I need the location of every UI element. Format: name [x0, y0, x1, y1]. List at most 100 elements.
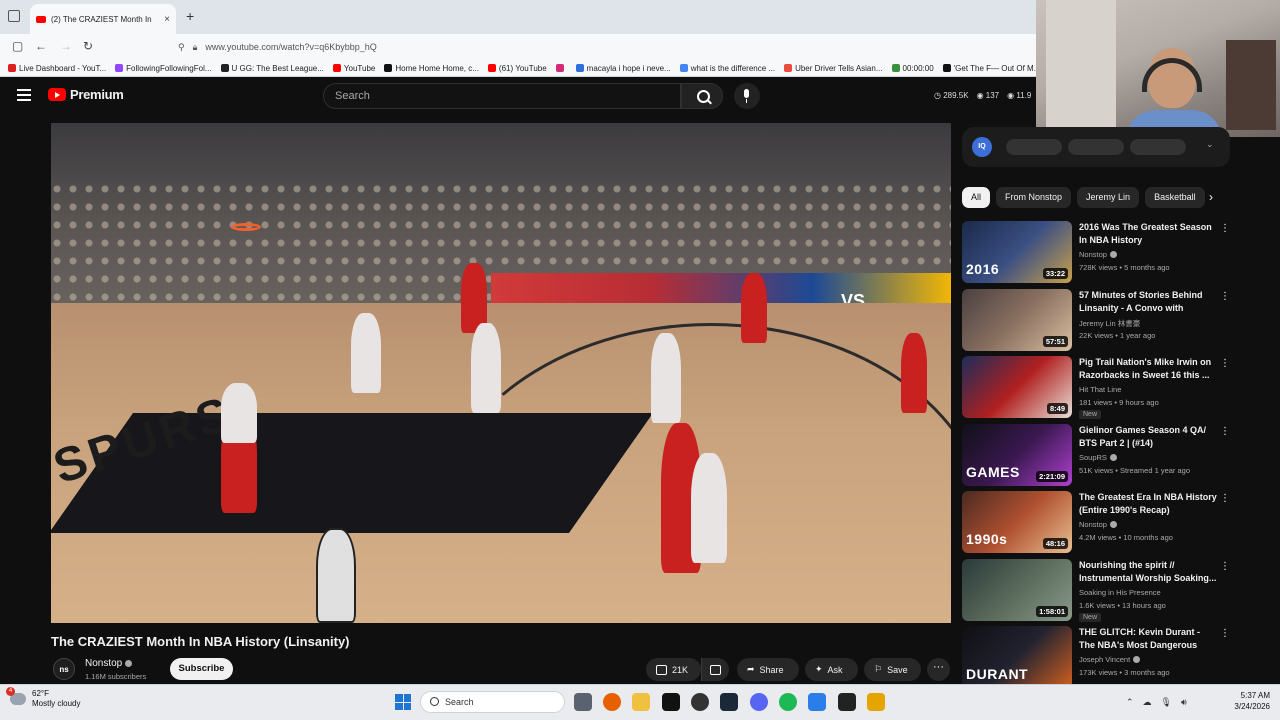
weather-widget[interactable]: 4 62°F Mostly cloudy — [6, 687, 80, 709]
recommendation-channel[interactable]: Jeremy Lin 林書豪 — [1079, 318, 1140, 329]
wallet-app-icon[interactable] — [867, 693, 885, 711]
bookmark-item[interactable]: 00:00:00 — [891, 64, 934, 73]
video-thumbnail[interactable]: DURANT — [962, 626, 1072, 688]
extension-badge-icon[interactable]: IQ — [972, 137, 992, 157]
video-thumbnail[interactable]: 8:49 — [962, 356, 1072, 418]
more-options-icon[interactable]: ⋮ — [1220, 628, 1230, 639]
recommendation-title[interactable]: 2016 Was The Greatest Season In NBA Hist… — [1079, 221, 1217, 247]
bookmark-item[interactable]: (61) YouTube — [487, 64, 547, 73]
recommendation-title[interactable]: The Greatest Era In NBA History (Entire … — [1079, 491, 1217, 517]
bookmark-item[interactable]: U GG: The Best League... — [220, 64, 324, 73]
firefox-icon[interactable] — [603, 693, 621, 711]
site-info-icon[interactable]: ⚲ — [178, 42, 185, 53]
chevron-down-icon[interactable]: ⌄ — [1206, 139, 1214, 150]
channel-avatar[interactable]: ns — [53, 658, 75, 680]
address-bar[interactable]: ⚲ 🔒︎ www.youtube.com/watch?v=q6Kbybbp_hQ — [178, 37, 1038, 57]
share-button[interactable]: ➦ Share — [737, 658, 799, 681]
bookmark-item[interactable]: what is the difference ... — [679, 64, 775, 73]
reload-icon[interactable]: ↻ — [83, 39, 93, 53]
recommendation-item[interactable]: 2016 33:22 2016 Was The Greatest Season In… — [962, 221, 1230, 289]
volume-icon[interactable]: 🔊︎ — [1181, 697, 1187, 708]
video-thumbnail[interactable]: 1990s 48:16 — [962, 491, 1072, 553]
edge-icon[interactable] — [808, 693, 826, 711]
extension-chip[interactable] — [1068, 139, 1124, 155]
recommendation-item[interactable]: 8:49 Pig Trail Nation's Mike Irwin on Raz… — [962, 356, 1230, 424]
video-thumbnail[interactable]: 57:51 — [962, 288, 1072, 351]
system-clock[interactable]: 5:37 AM 3/24/2026 — [1222, 690, 1270, 712]
video-thumbnail[interactable]: 2016 33:22 — [962, 221, 1072, 283]
x-app-icon[interactable] — [662, 693, 680, 711]
recommendation-item[interactable]: 1990s 48:16 The Greatest Era In NBA Histor… — [962, 491, 1230, 559]
bookmark-item[interactable]: YouTube — [332, 64, 375, 73]
filter-chip[interactable]: Jeremy Lin — [1077, 187, 1140, 208]
more-options-icon[interactable]: ⋮ — [1220, 493, 1230, 504]
subscribe-button[interactable]: Subscribe — [170, 658, 233, 680]
recommendation-channel[interactable]: Hit That Line — [1079, 385, 1121, 394]
forward-icon[interactable]: → — [60, 39, 72, 53]
new-tab-button[interactable]: + — [186, 8, 194, 24]
bookmark-item[interactable]: Live Dashboard - YouT... — [8, 64, 106, 73]
filter-chip[interactable]: All — [962, 187, 991, 208]
extension-chip[interactable] — [1130, 139, 1186, 155]
bookmark-item[interactable]: Uber Driver Tells Asian... — [784, 64, 883, 73]
bookmark-item[interactable]: 'Get The F— Out Of M... — [942, 64, 1040, 73]
recommendation-title[interactable]: Nourishing the spirit // Instrumental Wo… — [1079, 559, 1217, 585]
recommendation-title[interactable]: Gielinor Games Season 4 QA/ BTS Part 2 |… — [1079, 424, 1217, 450]
youtube-logo[interactable]: Premium — [48, 87, 124, 102]
browser-tab-active[interactable]: (2) The CRAZIEST Month In × — [30, 4, 176, 34]
recommendation-channel[interactable]: Joseph Vincent — [1079, 655, 1141, 664]
search-input[interactable]: Search — [323, 83, 681, 109]
more-options-icon[interactable]: ⋮ — [1220, 291, 1230, 302]
save-button[interactable]: ⚐ Save — [864, 658, 921, 681]
bookmark-item[interactable]: Home Home Home, c... — [384, 64, 479, 73]
bookmark-item[interactable]: FollowingFollowingFol... — [115, 64, 212, 73]
discord-icon[interactable] — [750, 693, 768, 711]
menu-icon[interactable] — [17, 89, 31, 101]
microphone-icon[interactable] — [734, 83, 760, 109]
bookmark-item[interactable] — [555, 64, 567, 72]
network-icon[interactable]: ☁ — [1143, 697, 1152, 708]
recommendation-title[interactable]: THE GLITCH: Kevin Durant - The NBA's Mos… — [1079, 626, 1217, 653]
recommendation-item[interactable]: GAMES 2:21:09 Gielinor Games Season 4 QA/ … — [962, 423, 1230, 492]
recommendation-item[interactable]: 57:51 57 Minutes of Stories Behind Linsan… — [962, 288, 1230, 357]
chevron-right-icon[interactable]: › — [1209, 190, 1213, 204]
extension-panel[interactable]: IQ ⌄ — [962, 127, 1230, 167]
filter-chip[interactable]: Basketball — [1145, 187, 1205, 208]
task-view-icon[interactable] — [574, 693, 592, 711]
filter-chip[interactable]: From Nonstop — [996, 187, 1072, 208]
video-player[interactable]: VS SPURS — [51, 123, 951, 623]
recommendation-channel[interactable]: Nonstop — [1079, 250, 1117, 259]
taskbar-search[interactable]: Search — [420, 691, 565, 713]
more-options-icon[interactable]: ⋮ — [1220, 426, 1230, 437]
recommendation-title[interactable]: 57 Minutes of Stories Behind Linsanity -… — [1079, 289, 1217, 316]
video-thumbnail[interactable]: GAMES 2:21:09 — [962, 423, 1072, 486]
dislike-button[interactable] — [701, 658, 729, 681]
channel-name[interactable]: Nonstop — [85, 658, 133, 669]
video-thumbnail[interactable]: 1:58:01 — [962, 558, 1072, 621]
record-app-icon[interactable] — [691, 693, 709, 711]
chevron-up-icon[interactable]: ⌃ — [1126, 697, 1134, 708]
mic-icon[interactable]: 🎙︎ — [1161, 697, 1172, 708]
spotify-icon[interactable] — [779, 693, 797, 711]
ask-button[interactable]: ✦ Ask — [805, 658, 858, 681]
extension-chip[interactable] — [1006, 139, 1062, 155]
bookmark-item[interactable]: macayla i hope i neve... — [575, 64, 671, 73]
back-icon[interactable]: ← — [35, 39, 47, 53]
more-options-icon[interactable]: ⋮ — [1220, 223, 1230, 234]
sidebar-toggle-icon[interactable]: ▢ — [12, 39, 23, 53]
search-icon[interactable] — [681, 83, 723, 109]
more-options-icon[interactable]: ⋮ — [1220, 358, 1230, 369]
like-button[interactable]: 21K — [646, 658, 701, 681]
tab-actions-icon[interactable] — [8, 10, 20, 22]
recommendation-channel[interactable]: Nonstop — [1079, 520, 1117, 529]
more-actions-button[interactable]: ··· — [927, 658, 950, 681]
recommendation-title[interactable]: Pig Trail Nation's Mike Irwin on Razorba… — [1079, 356, 1217, 382]
file-explorer-icon[interactable] — [632, 693, 650, 711]
recommendation-item[interactable]: 1:58:01 Nourishing the spirit // Instrume… — [962, 558, 1230, 627]
tab-close-icon[interactable]: × — [164, 14, 170, 25]
windows-start-icon[interactable] — [395, 694, 411, 710]
recommendation-channel[interactable]: SoupRS — [1079, 453, 1117, 462]
recommendation-channel[interactable]: Soaking in His Presence — [1079, 588, 1161, 597]
more-options-icon[interactable]: ⋮ — [1220, 561, 1230, 572]
steam-icon[interactable] — [720, 693, 738, 711]
